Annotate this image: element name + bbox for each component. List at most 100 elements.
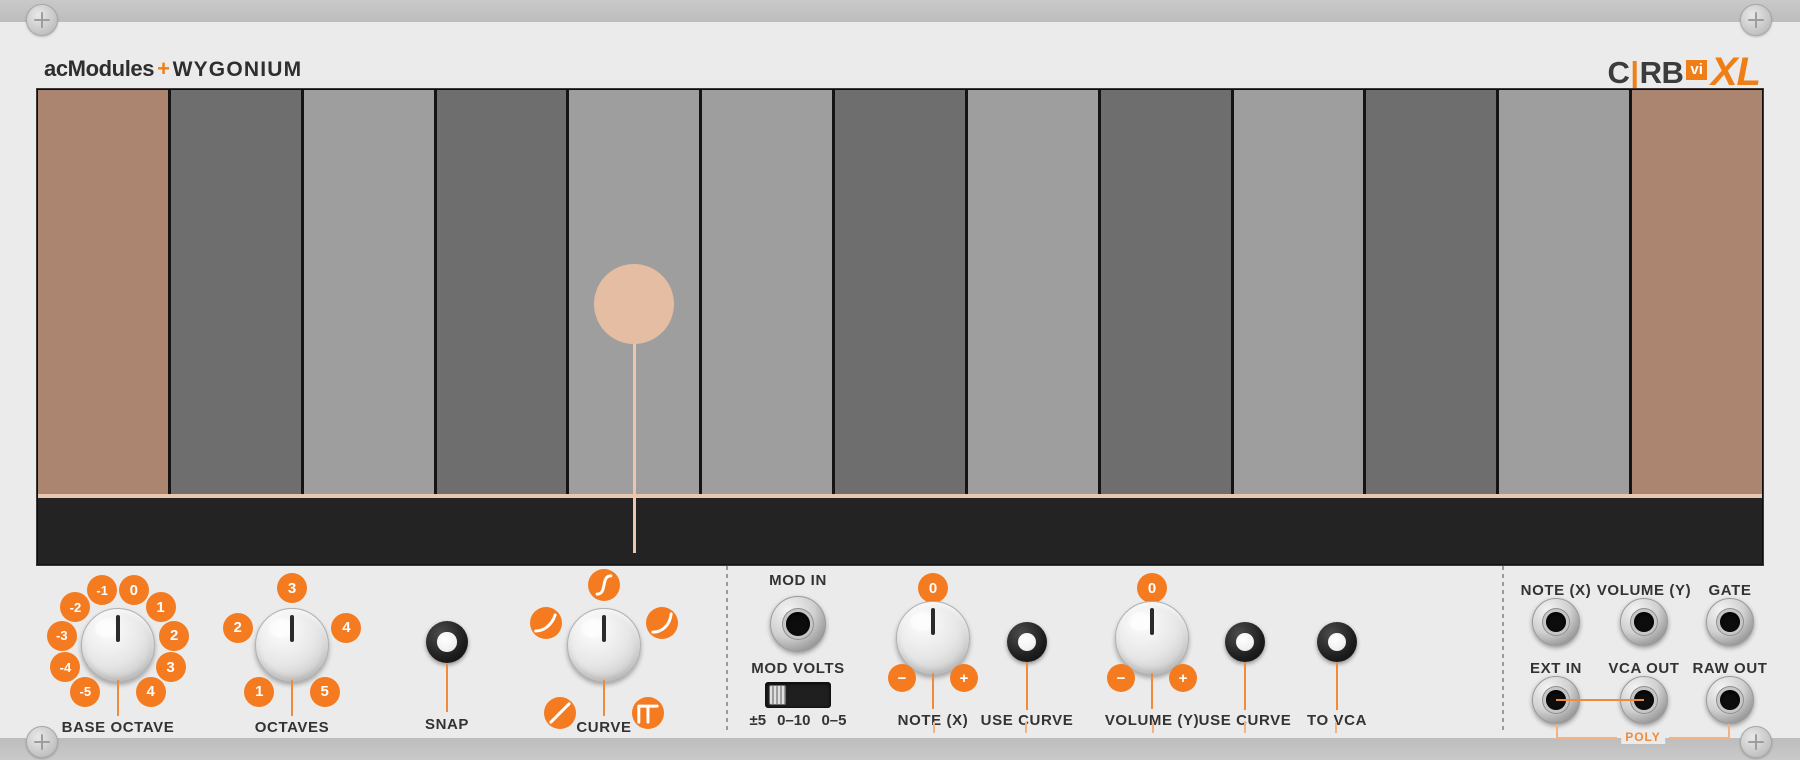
io-top-label-2: GATE — [1708, 582, 1752, 599]
phillips-screw-icon — [26, 726, 58, 758]
logo-c: C — [1607, 54, 1630, 90]
base-octave-tick-2[interactable]: 2 — [159, 620, 190, 651]
mod-volts-label: MOD VOLTS — [751, 660, 845, 677]
curve-tick-exp-curve[interactable] — [646, 607, 678, 639]
key-lane-F[interactable] — [702, 90, 836, 494]
cursor-ball[interactable] — [594, 264, 675, 344]
key-lane-C[interactable] — [38, 90, 171, 494]
mod-volts-switch[interactable] — [765, 682, 831, 708]
exp-curve-icon — [651, 612, 673, 634]
jack-icon — [1633, 611, 1655, 633]
logo-divider-icon: | — [1630, 54, 1639, 90]
io-bottom-label-2: RAW OUT — [1692, 660, 1768, 677]
key-lane-Dsharp[interactable] — [436, 90, 570, 494]
key-lane-Csharp[interactable] — [170, 90, 304, 494]
mod-volts-option-0[interactable]: ±5 — [750, 712, 767, 729]
poly-label: POLY — [1621, 730, 1665, 744]
keyboard-display[interactable] — [36, 88, 1764, 566]
base-octave-indicator-line — [117, 680, 119, 716]
log-curve-icon — [534, 613, 557, 633]
mod-in-jack[interactable] — [770, 596, 826, 652]
brand-wygonium: WYGONIUM — [172, 58, 303, 81]
octaves-tick-1[interactable]: 1 — [244, 676, 275, 707]
io-jack-note-x-[interactable] — [1532, 598, 1580, 646]
octaves-tick-3[interactable]: 3 — [277, 573, 307, 603]
curve-tick-log-curve[interactable] — [530, 607, 562, 639]
brand-wordmark: acModules + WYGONIUM — [44, 56, 302, 82]
volume-y-minus-button[interactable]: − — [1107, 664, 1135, 692]
note-x-plus-button[interactable]: + — [950, 664, 978, 692]
volume-use-curve-button[interactable] — [1225, 622, 1265, 662]
curve-tick-s-curve[interactable] — [588, 569, 620, 601]
jack-icon — [1719, 689, 1741, 711]
io-top-label-0: NOTE (X) — [1520, 582, 1592, 599]
note-use-curve-indicator-line — [1026, 662, 1028, 710]
volume-y-plus-button[interactable]: + — [1169, 664, 1197, 692]
key-lane-container[interactable] — [38, 90, 1762, 494]
step-curve-icon — [637, 704, 659, 724]
phillips-screw-icon — [26, 4, 58, 36]
note-x-tick-value[interactable]: 0 — [918, 573, 948, 603]
io-jack-raw-out[interactable] — [1706, 676, 1754, 724]
volume-y-tick-value[interactable]: 0 — [1137, 573, 1167, 603]
ext-in-to-vca-out-link — [1556, 699, 1644, 701]
gate-bar — [38, 498, 1762, 564]
key-lane-Asharp[interactable] — [1366, 90, 1500, 494]
to-vca-indicator-line — [1336, 662, 1338, 710]
base-octave-tick-3[interactable]: 3 — [155, 652, 186, 683]
octaves-label: OCTAVES — [254, 719, 330, 736]
to-vca-button[interactable] — [1317, 622, 1357, 662]
mod-volts-options: ±5 0–10 0–5 — [750, 712, 847, 729]
octaves-tick-5[interactable]: 5 — [309, 676, 340, 707]
io-top-label-1: VOLUME (Y) — [1596, 582, 1692, 599]
key-lane-Fsharp[interactable] — [835, 90, 968, 494]
led-core-icon — [1017, 632, 1037, 652]
volume-group-mid-tick — [1244, 722, 1246, 733]
note-use-curve-button[interactable] — [1007, 622, 1047, 662]
curve-tick-linear-curve[interactable] — [544, 697, 576, 729]
base-octave-tick-neg2[interactable]: -2 — [60, 592, 91, 623]
brand-acmodules: acModules — [44, 56, 155, 81]
key-lane-G[interactable] — [967, 90, 1101, 494]
base-octave-tick-0[interactable]: 0 — [118, 575, 149, 606]
base-octave-tick-neg5[interactable]: -5 — [70, 676, 101, 707]
base-octave-tick-neg3[interactable]: -3 — [46, 620, 77, 651]
note-x-minus-button[interactable]: − — [888, 664, 916, 692]
curve-knob-pointer — [602, 615, 606, 642]
volume-use-curve-indicator-line — [1244, 662, 1246, 710]
section-divider — [726, 566, 728, 734]
io-jack-volume-y-[interactable] — [1620, 598, 1668, 646]
base-octave-tick-1[interactable]: 1 — [145, 592, 176, 623]
curve-tick-step-curve[interactable] — [632, 697, 664, 729]
linear-curve-icon — [549, 702, 571, 724]
key-lane-Gsharp[interactable] — [1100, 90, 1234, 494]
base-octave-tick-neg1[interactable]: -1 — [87, 575, 118, 606]
base-octave-tick-4[interactable]: 4 — [135, 676, 166, 707]
mod-volts-option-2[interactable]: 0–5 — [821, 712, 846, 729]
logo-version-badge: vi — [1686, 59, 1707, 80]
octaves-tick-4[interactable]: 4 — [331, 612, 362, 643]
phillips-screw-icon — [1740, 4, 1772, 36]
note-x-indicator-line — [932, 673, 934, 709]
base-octave-label: BASE OCTAVE — [61, 719, 175, 736]
octaves-tick-2[interactable]: 2 — [222, 612, 253, 643]
module-panel: acModules + WYGONIUM C | RB vi XL MOD IN M… — [0, 0, 1800, 760]
snap-label: SNAP — [424, 716, 470, 733]
mod-volts-switch-handle[interactable] — [769, 685, 786, 705]
key-lane-D[interactable] — [303, 90, 437, 494]
io-jack-gate[interactable] — [1706, 598, 1754, 646]
key-lane-A[interactable] — [1233, 90, 1367, 494]
mod-volts-option-1[interactable]: 0–10 — [777, 712, 810, 729]
curve-label: CURVE — [576, 719, 632, 736]
base-octave-tick-neg4[interactable]: -4 — [50, 652, 81, 683]
octaves-indicator-line — [291, 680, 293, 716]
poly-bracket-base-left — [1556, 737, 1617, 739]
led-core-icon — [1235, 632, 1255, 652]
io-bottom-label-0: EXT IN — [1530, 660, 1582, 677]
key-lane-C2[interactable] — [1632, 90, 1762, 494]
brand-plus-icon: + — [157, 56, 170, 81]
key-lane-B[interactable] — [1499, 90, 1633, 494]
octaves-knob-pointer — [290, 615, 294, 642]
snap-button[interactable] — [426, 621, 468, 663]
jack-icon — [1719, 611, 1741, 633]
